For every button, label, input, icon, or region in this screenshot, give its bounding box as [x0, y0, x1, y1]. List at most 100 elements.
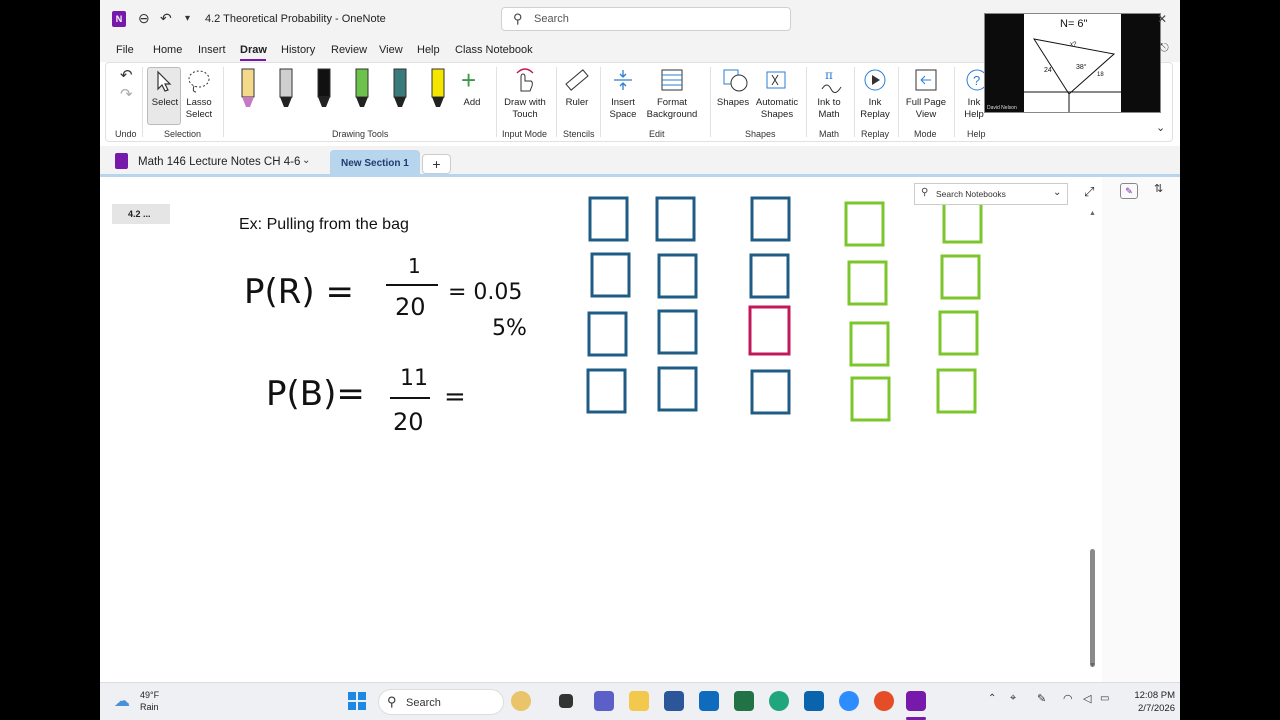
teams-icon[interactable]	[594, 691, 614, 711]
select-cursor-icon	[157, 70, 172, 92]
ruler-icon[interactable]	[564, 67, 590, 93]
ruler-label: Ruler	[565, 97, 589, 108]
menu-draw[interactable]: Draw	[240, 44, 267, 56]
onenote-taskbar-icon[interactable]	[906, 691, 926, 711]
add-pen-icon[interactable]: +	[461, 67, 476, 93]
back-icon[interactable]: ⊖	[138, 10, 150, 27]
full-page-view-icon[interactable]	[913, 67, 939, 93]
menu-class-notebook[interactable]: Class Notebook	[455, 44, 533, 56]
pr-numerator: 1	[408, 254, 421, 278]
shapes-icon[interactable]	[722, 67, 748, 93]
chrome-icon[interactable]	[874, 691, 894, 711]
scroll-down-icon[interactable]: ▼	[1089, 662, 1096, 669]
ribbon-collapse-icon[interactable]: ⌄	[1156, 121, 1165, 134]
excel-icon[interactable]	[734, 691, 754, 711]
pen-2-icon[interactable]	[279, 68, 293, 107]
group-help-label: Help	[967, 129, 986, 139]
pen-5-icon[interactable]	[393, 68, 407, 107]
pb-label: P(B)=	[266, 374, 365, 414]
scroll-up-icon[interactable]: ▲	[1089, 210, 1096, 217]
svg-text:?: ?	[973, 73, 980, 88]
notebook-name[interactable]: Math 146 Lecture Notes CH 4-6	[138, 156, 300, 168]
notebook-bar: Math 146 Lecture Notes CH 4-6 ⌄ New Sect…	[100, 146, 1180, 176]
ink-replay-icon[interactable]	[862, 67, 888, 93]
weather-widget[interactable]: 49°F Rain	[140, 689, 159, 713]
green-square	[844, 201, 885, 247]
blue-square	[657, 309, 698, 355]
green-square	[940, 254, 981, 300]
sort-pages-icon[interactable]: ⇅	[1154, 182, 1163, 195]
search-box[interactable]: ⚲ Search	[501, 7, 791, 31]
note-heading: Ex: Pulling from the bag	[239, 216, 409, 233]
battery-icon[interactable]: ▭	[1100, 693, 1109, 704]
vertical-scrollbar[interactable]: ▲ ▼	[1087, 210, 1097, 670]
quick-access-dropdown-icon[interactable]: ▾	[185, 13, 190, 24]
shapes-label: Shapes	[716, 97, 750, 108]
blue-square	[590, 252, 631, 298]
format-background-icon[interactable]	[660, 67, 684, 93]
pen-4-icon[interactable]	[355, 68, 369, 107]
file-explorer-icon[interactable]	[629, 691, 649, 711]
pr-percent: 5%	[492, 316, 527, 341]
pen-3-icon[interactable]	[317, 68, 331, 107]
zoom-icon[interactable]	[839, 691, 859, 711]
sketch-x: x?	[1070, 42, 1077, 48]
green-square	[938, 310, 979, 356]
pb-denominator: 20	[393, 408, 424, 436]
wifi-icon[interactable]: ◠	[1063, 692, 1073, 705]
pen-1-icon[interactable]	[241, 68, 255, 107]
pen-tray-icon[interactable]: ✎	[1037, 692, 1046, 705]
menu-view[interactable]: View	[379, 44, 403, 56]
group-drawing-tools-label: Drawing Tools	[332, 129, 389, 139]
menu-review[interactable]: Review	[331, 44, 367, 56]
menu-file[interactable]: File	[116, 44, 134, 56]
add-page-icon[interactable]: ✎	[1120, 183, 1138, 199]
taskbar-search-label: Search	[406, 697, 441, 709]
undo-icon[interactable]: ↶	[120, 66, 133, 84]
share-icon[interactable]: ⎋	[1160, 42, 1169, 55]
menu-history[interactable]: History	[281, 44, 315, 56]
expand-icon[interactable]: ⤢	[1084, 184, 1094, 200]
menu-help[interactable]: Help	[417, 44, 440, 56]
edge-icon[interactable]	[769, 691, 789, 711]
automatic-shapes-icon[interactable]	[764, 67, 790, 93]
volume-icon[interactable]: ◁	[1083, 692, 1091, 705]
section-tab-label: New Section 1	[341, 158, 409, 169]
taskbar-search[interactable]: ⚲ Search	[378, 689, 504, 715]
pr-label: P(R) =	[244, 272, 354, 312]
pen-6-icon[interactable]	[431, 68, 445, 107]
search-notebooks-placeholder: Search Notebooks	[936, 189, 1006, 199]
document-title: 4.2 Theoretical Probability - OneNote	[205, 13, 386, 25]
red-square	[748, 305, 791, 356]
lasso-icon[interactable]	[186, 68, 212, 94]
undo-title-icon[interactable]: ↶	[160, 10, 172, 27]
section-tab[interactable]: New Section 1	[330, 150, 420, 176]
task-view-icon[interactable]	[559, 694, 573, 708]
system-clock[interactable]: 12:08 PM 2/7/2026	[1115, 689, 1175, 715]
tray-overflow-icon[interactable]: ⌃	[988, 693, 996, 704]
start-icon[interactable]	[347, 691, 367, 711]
word-icon[interactable]	[664, 691, 684, 711]
draw-with-touch-icon[interactable]	[513, 67, 537, 93]
page-list-item[interactable]: 4.2 ...	[112, 204, 170, 224]
ink-to-math-icon[interactable]: π	[819, 67, 845, 93]
search-notebooks-box[interactable]: ⚲ Search Notebooks ⌄	[914, 183, 1068, 205]
menu-home[interactable]: Home	[153, 44, 182, 56]
search-placeholder: Search	[534, 13, 569, 25]
scrollbar-thumb[interactable]	[1090, 549, 1095, 667]
store-icon[interactable]	[699, 691, 719, 711]
presenter-name: David Nelson	[987, 105, 1017, 111]
search-highlight-icon	[511, 691, 531, 711]
outlook-icon[interactable]	[804, 691, 824, 711]
weather-condition: Rain	[140, 702, 159, 712]
search-scope-dropdown-icon[interactable]: ⌄	[1053, 187, 1061, 198]
redo-icon[interactable]: ↷	[120, 85, 133, 103]
pr-decimal: = 0.05	[448, 280, 522, 305]
notebook-dropdown-icon[interactable]: ⌄	[302, 155, 310, 166]
close-window-icon[interactable]: ✕	[1157, 12, 1167, 26]
insert-space-icon[interactable]	[611, 67, 635, 93]
automatic-shapes-label: Automatic Shapes	[755, 97, 799, 120]
add-section-button[interactable]: +	[422, 154, 451, 174]
blue-square	[657, 366, 698, 412]
menu-insert[interactable]: Insert	[198, 44, 226, 56]
